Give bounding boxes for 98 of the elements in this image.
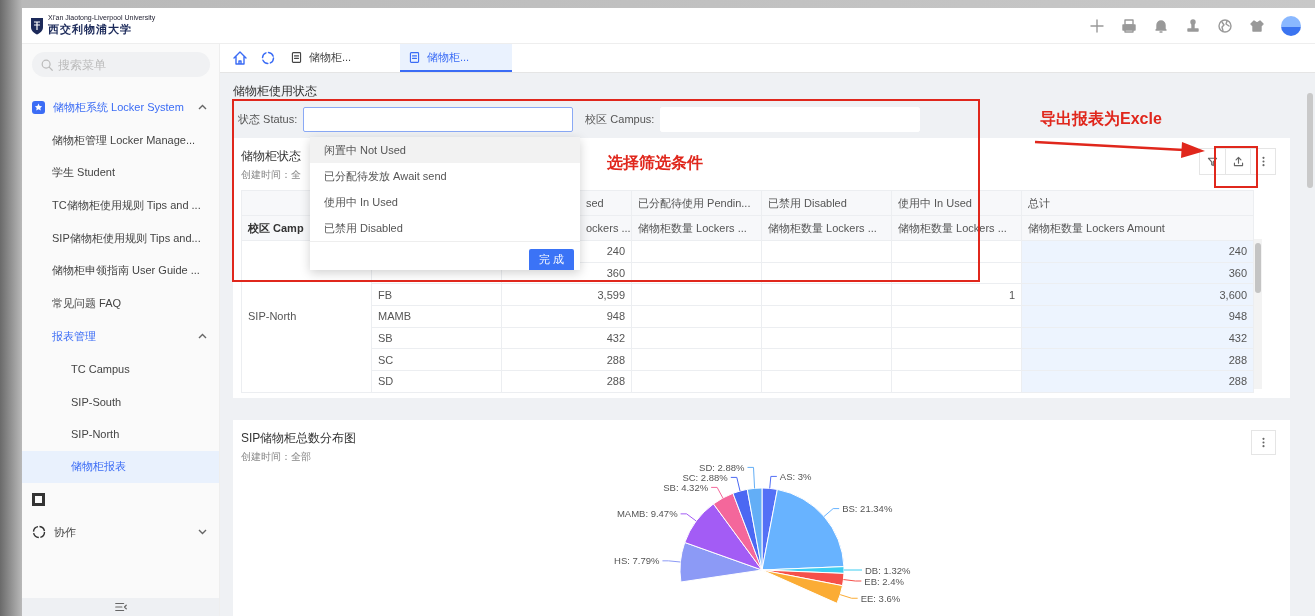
printer-icon[interactable] <box>1121 17 1137 34</box>
table-cell: 288 <box>501 370 632 393</box>
column-header: 已分配待使用 Pendin... <box>631 190 762 216</box>
table-cell: FB <box>371 283 502 306</box>
globe-icon[interactable] <box>1217 17 1233 34</box>
tab[interactable]: 储物柜... <box>282 44 394 72</box>
slice-label: MAMB: 9.47% <box>616 508 678 520</box>
slice-label: HS: 7.79% <box>613 555 659 567</box>
leader-line <box>729 476 740 492</box>
square-icon <box>32 493 45 507</box>
table-cell: 432 <box>1021 327 1254 349</box>
table-cell: 3,599 <box>501 283 632 306</box>
home-icon[interactable] <box>232 50 248 66</box>
dropdown-option[interactable]: 已分配待发放 Await send <box>310 163 580 189</box>
card-subtitle: 创建时间：全 <box>241 168 301 182</box>
table-cell: 288 <box>1021 348 1254 371</box>
column-header: 总计 <box>1021 190 1254 216</box>
menu-item[interactable]: SIP-North <box>22 417 219 451</box>
table-cell: 1 <box>891 283 1022 306</box>
highlight-frame <box>1214 146 1258 188</box>
slice-label: SB: 4.32% <box>662 481 708 493</box>
search-icon <box>40 58 54 72</box>
menu-item[interactable]: 储物柜管理 Locker Manage... <box>22 123 219 157</box>
menu-group[interactable]: 协作 <box>22 515 219 549</box>
table-cell: 360 <box>1021 262 1254 284</box>
tab[interactable]: 储物柜... <box>400 44 512 72</box>
slice-label: BS: 21.34% <box>841 502 892 514</box>
select-field[interactable] <box>303 107 574 132</box>
table-cell: 288 <box>1021 370 1254 393</box>
menu-item[interactable]: SIP储物柜使用规则 Tips and... <box>22 221 219 255</box>
stamp-icon[interactable] <box>1185 17 1201 34</box>
column-header: 储物柜数量 Lockers Amount <box>1021 215 1254 241</box>
refresh-icon[interactable] <box>260 50 276 66</box>
bell-icon[interactable] <box>1153 17 1169 34</box>
table-cell: 948 <box>501 305 632 328</box>
column-header: 储物柜数量 Lockers ... <box>761 215 892 241</box>
leader-line <box>839 593 858 599</box>
leader-line <box>843 569 862 571</box>
table-cell: 948 <box>1021 305 1254 328</box>
plus-icon[interactable] <box>1089 17 1105 34</box>
menu-item[interactable]: 储物柜报表 <box>22 450 219 484</box>
table-cell: 288 <box>501 348 632 371</box>
menu-item[interactable]: TC储物柜使用规则 Tips and ... <box>22 189 219 222</box>
chevron-up-icon[interactable] <box>198 104 207 111</box>
document-icon <box>408 50 421 64</box>
card-title: SIP储物柜总数分布图 <box>241 429 357 447</box>
scrollbar[interactable] <box>1255 243 1261 293</box>
leader-line <box>661 560 681 563</box>
circle-icon <box>32 525 46 540</box>
leader-line <box>746 466 755 489</box>
logo-name: 西交利物浦大学 <box>48 22 133 37</box>
menu-item[interactable]: 学生 Student <box>22 156 219 190</box>
collapse-menu-icon[interactable] <box>113 600 128 614</box>
leader-line <box>768 475 777 489</box>
shirt-icon[interactable] <box>1249 17 1265 34</box>
slice-label: SC: 2.88% <box>681 471 728 483</box>
dropdown-option[interactable]: 闲置中 Not Used <box>310 137 580 163</box>
menu-item[interactable]: SIP-South <box>22 385 219 418</box>
slice-label: EE: 3.6% <box>860 592 900 604</box>
upload-icon <box>1231 155 1245 168</box>
slice-label: DB: 1.32% <box>864 564 910 576</box>
leader-line <box>842 578 862 582</box>
chevron-up-icon[interactable] <box>198 333 207 340</box>
card-title: 储物柜状态 <box>241 148 301 165</box>
table-cell: SD <box>371 370 502 393</box>
menu-item[interactable]: 储物柜申领指南 User Guide ... <box>22 254 219 288</box>
slice-label: SD: 2.88% <box>698 461 744 473</box>
column-header: 使用中 In Used <box>891 190 1022 216</box>
chevron-down-icon[interactable] <box>198 529 207 536</box>
menu-item[interactable]: TC Campus <box>22 352 219 386</box>
avatar[interactable] <box>1281 15 1301 36</box>
table-cell: 240 <box>1021 240 1254 263</box>
document-icon <box>290 50 303 64</box>
shield-logo-icon <box>30 16 44 35</box>
table-cell: SB <box>371 327 502 349</box>
filter-icon <box>1206 155 1219 168</box>
table-cell: SC <box>371 348 502 371</box>
scrollbar[interactable] <box>1307 93 1313 188</box>
leader-line <box>710 486 723 499</box>
slice-label: AS: 3% <box>779 470 812 482</box>
annotation-text: 选择筛选条件 <box>607 153 703 173</box>
field-label: 校区 Campus: <box>585 112 655 127</box>
annotation-text: 导出报表为Excle <box>1040 109 1162 129</box>
table-cell: 3,600 <box>1021 283 1254 306</box>
star-icon <box>32 100 45 114</box>
table-cell: MAMB <box>371 305 502 328</box>
leader-line <box>823 507 840 517</box>
slice-label: EB: 2.4% <box>863 575 904 587</box>
menu-item[interactable]: 常见问题 FAQ <box>22 287 219 320</box>
leader-line <box>679 513 697 522</box>
column-header: 储物柜数量 Lockers ... <box>631 215 762 241</box>
menu-group[interactable]: 储物柜系统 Locker System <box>22 91 219 124</box>
page-title: 储物柜使用状态 <box>233 83 318 100</box>
table-cell: 432 <box>501 327 632 349</box>
card-subtitle: 创建时间：全部 <box>241 449 312 464</box>
column-header: 已禁用 Disabled <box>761 190 892 216</box>
menu-group[interactable]: 报表管理 <box>22 319 219 353</box>
field-label: 状态 Status: <box>238 112 298 127</box>
